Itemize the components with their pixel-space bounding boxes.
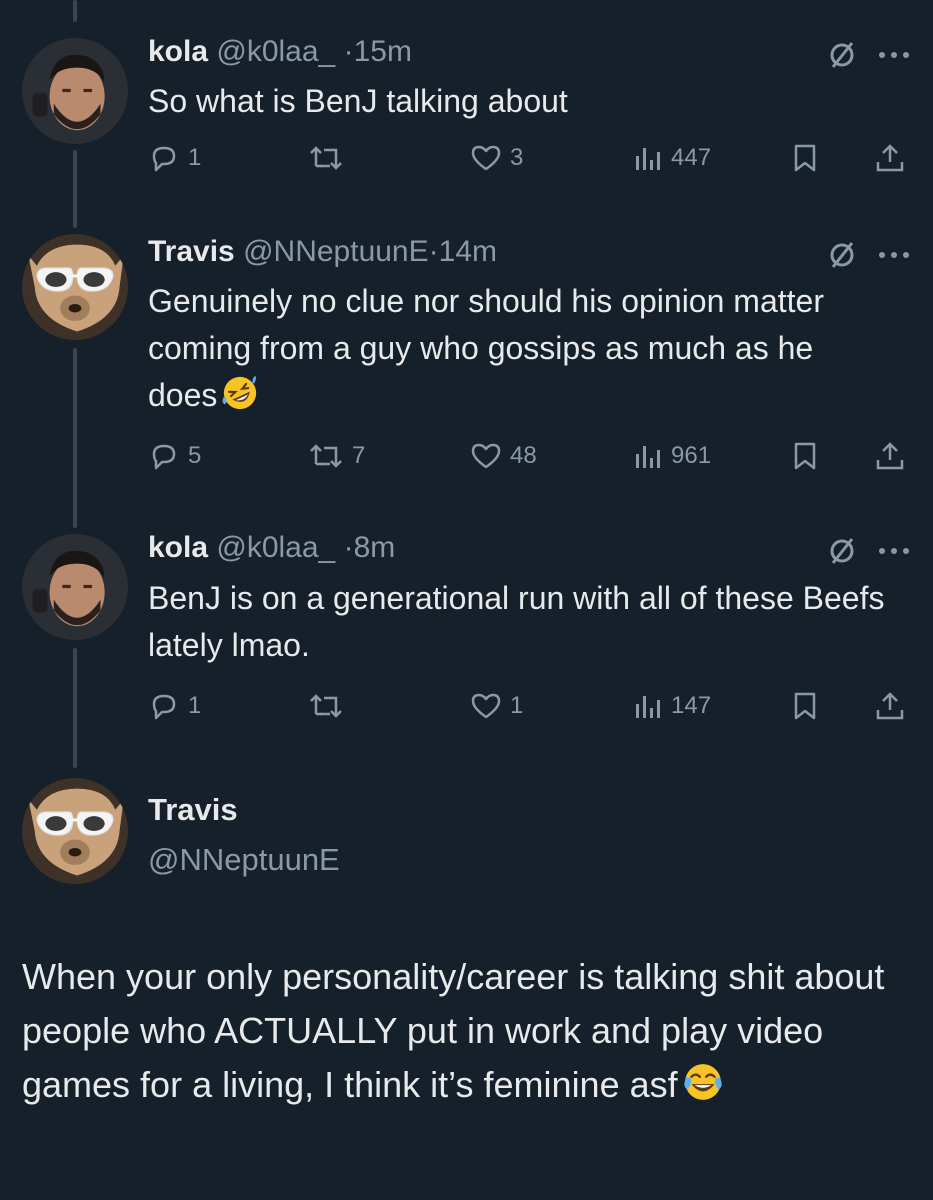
- like-button[interactable]: 3: [470, 140, 523, 176]
- author-handle[interactable]: @NNeptuunE: [243, 235, 429, 268]
- bookmark-icon: [791, 690, 819, 722]
- more-icon[interactable]: [877, 50, 911, 60]
- tweet-text: When your only personality/career is tal…: [22, 950, 912, 1112]
- reply-button[interactable]: 5: [148, 438, 201, 474]
- share-button[interactable]: [874, 140, 906, 176]
- bookmark-button[interactable]: [791, 438, 819, 474]
- like-button[interactable]: 48: [470, 438, 537, 474]
- reply-icon: [148, 142, 180, 174]
- views-button[interactable]: 447: [633, 140, 711, 176]
- retweet-icon: [308, 440, 344, 472]
- avatar[interactable]: [22, 234, 128, 340]
- bookmark-button[interactable]: [791, 140, 819, 176]
- share-icon: [874, 142, 906, 174]
- share-icon: [874, 690, 906, 722]
- retweet-button[interactable]: 7: [308, 438, 365, 474]
- avatar[interactable]: [22, 534, 128, 640]
- share-icon: [874, 440, 906, 472]
- avatar[interactable]: [22, 778, 128, 884]
- tweet-body: When your only personality/career is tal…: [22, 956, 885, 1105]
- tweet-text: Genuinely no clue nor should his opinion…: [148, 278, 848, 419]
- face-with-tears-of-joy-emoji: [682, 1061, 724, 1103]
- views-button[interactable]: 961: [633, 438, 711, 474]
- bookmark-icon: [791, 440, 819, 472]
- views-count: 147: [671, 692, 712, 719]
- retweet-button[interactable]: [308, 688, 352, 724]
- tweet-text: So what is BenJ talking about: [148, 78, 888, 125]
- timestamp[interactable]: 8m: [354, 531, 396, 564]
- views-icon: [633, 142, 663, 174]
- tweet-header: kola @k0laa_ ·15m: [148, 34, 412, 70]
- retweet-icon: [308, 690, 344, 722]
- like-icon: [470, 142, 502, 174]
- more-icon[interactable]: [877, 546, 911, 556]
- tweet-header: Travis @NNeptuunE·14m: [148, 234, 497, 270]
- reply-count: 1: [188, 144, 202, 171]
- views-count: 961: [671, 442, 712, 469]
- author-name[interactable]: kola: [148, 35, 208, 68]
- reply-count: 5: [188, 442, 202, 469]
- reply-icon: [148, 690, 180, 722]
- author-name[interactable]: kola: [148, 531, 208, 564]
- reply-button[interactable]: 1: [148, 688, 201, 724]
- separator-dot: ·: [343, 35, 354, 68]
- like-icon: [470, 690, 502, 722]
- tweet-body: BenJ is on a generational run with all o…: [148, 580, 885, 663]
- thread-line: [73, 348, 77, 528]
- tweet-top-actions: [827, 40, 911, 70]
- author-handle[interactable]: @NNeptuunE: [148, 842, 340, 878]
- tweet-top-actions: [827, 240, 911, 270]
- tweet-actions: 1 1 147: [148, 688, 913, 724]
- tweet-text: BenJ is on a generational run with all o…: [148, 575, 888, 669]
- avatar[interactable]: [22, 38, 128, 144]
- share-button[interactable]: [874, 688, 906, 724]
- retweet-button[interactable]: [308, 140, 352, 176]
- author-name[interactable]: Travis: [148, 235, 235, 268]
- share-button[interactable]: [874, 438, 906, 474]
- like-icon: [470, 440, 502, 472]
- bookmark-icon: [791, 142, 819, 174]
- rolling-on-floor-laughing-emoji: [221, 374, 259, 412]
- author-name[interactable]: Travis: [148, 792, 238, 828]
- mute-icon[interactable]: [827, 40, 857, 70]
- timestamp[interactable]: 14m: [439, 235, 497, 268]
- bookmark-button[interactable]: [791, 688, 819, 724]
- tweet-actions: 1 3 447: [148, 140, 913, 176]
- separator-dot: ·: [428, 235, 439, 268]
- like-button[interactable]: 1: [470, 688, 523, 724]
- reply-button[interactable]: 1: [148, 140, 201, 176]
- like-count: 3: [510, 144, 524, 171]
- views-button[interactable]: 147: [633, 688, 711, 724]
- author-handle[interactable]: @k0laa_: [216, 531, 335, 564]
- mute-icon[interactable]: [827, 240, 857, 270]
- mute-icon[interactable]: [827, 536, 857, 566]
- more-icon[interactable]: [877, 250, 911, 260]
- views-icon: [633, 440, 663, 472]
- timestamp[interactable]: 15m: [354, 35, 412, 68]
- tweet-actions: 5 7 48 961: [148, 438, 913, 474]
- thread-line: [73, 648, 77, 768]
- like-count: 48: [510, 442, 537, 469]
- reply-icon: [148, 440, 180, 472]
- thread-line: [73, 150, 77, 228]
- tweet-body: So what is BenJ talking about: [148, 83, 568, 119]
- tweet-top-actions: [827, 536, 911, 566]
- views-icon: [633, 690, 663, 722]
- retweet-icon: [308, 142, 344, 174]
- like-count: 1: [510, 692, 524, 719]
- author-handle[interactable]: @k0laa_: [216, 35, 335, 68]
- separator-dot: ·: [343, 531, 354, 564]
- reply-count: 1: [188, 692, 202, 719]
- views-count: 447: [671, 144, 712, 171]
- tweet-header: kola @k0laa_ ·8m: [148, 530, 395, 566]
- retweet-count: 7: [352, 442, 366, 469]
- thread-line: [73, 0, 77, 22]
